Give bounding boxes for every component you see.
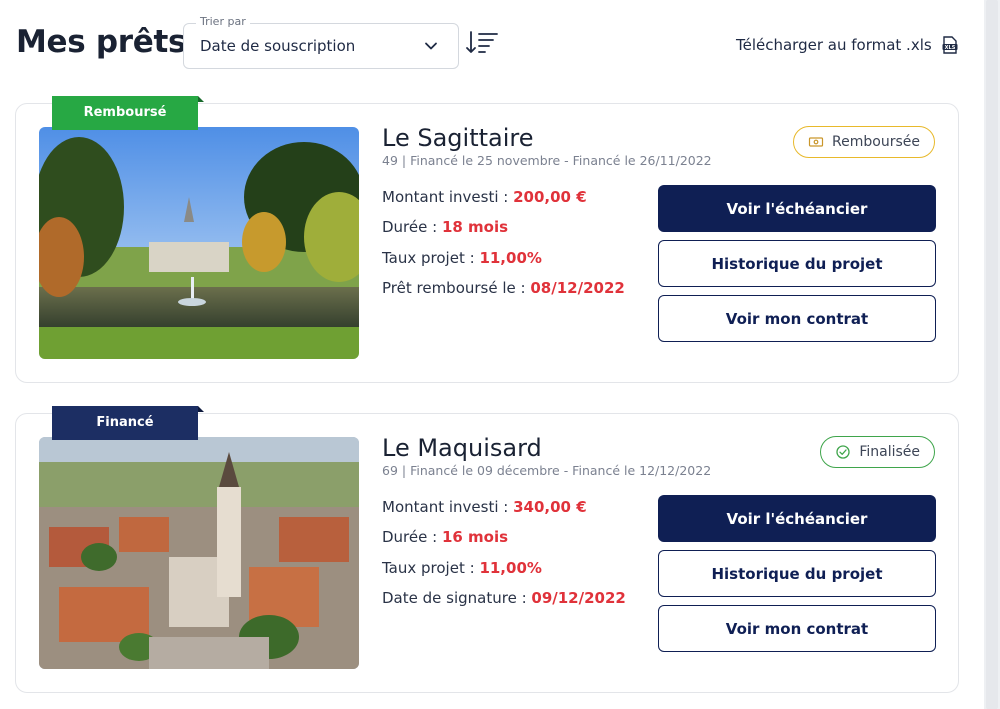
detail-amount: Montant investi : 340,00 €: [382, 498, 587, 516]
scrollbar-track[interactable]: [984, 0, 1000, 709]
detail-signature-date: Date de signature : 09/12/2022: [382, 589, 626, 607]
svg-text:XLS: XLS: [944, 45, 955, 51]
project-subtitle: 49 | Financé le 25 novembre - Financé le…: [382, 153, 712, 168]
sort-descending-icon[interactable]: [465, 30, 499, 56]
cash-icon: [808, 137, 824, 147]
chevron-down-icon: [425, 42, 437, 50]
project-photo: [39, 127, 359, 359]
check-circle-icon: [836, 445, 850, 459]
view-schedule-button[interactable]: Voir l'échéancier: [658, 185, 936, 232]
ribbon-label: Financé: [52, 406, 204, 440]
scrollbar-thumb[interactable]: [986, 0, 998, 709]
detail-rate: Taux projet : 11,00%: [382, 249, 542, 267]
loan-card: Financé Le Maquisard 69 | Financé le 09 …: [15, 406, 959, 693]
project-subtitle: 69 | Financé le 09 décembre - Financé le…: [382, 463, 712, 478]
sort-selected-value: Date de souscription: [200, 37, 356, 55]
xls-file-icon: XLS: [942, 36, 958, 54]
loan-card: Remboursé Le Sagittaire 49 | Financé le …: [15, 96, 959, 383]
detail-duration: Durée : 16 mois: [382, 528, 509, 546]
status-label: Finalisée: [859, 444, 920, 460]
status-badge: Remboursée: [793, 126, 935, 158]
project-name: Le Maquisard: [382, 434, 542, 462]
ribbon-label: Remboursé: [52, 96, 204, 130]
detail-rate: Taux projet : 11,00%: [382, 559, 542, 577]
view-contract-button[interactable]: Voir mon contrat: [658, 295, 936, 342]
project-history-button[interactable]: Historique du projet: [658, 550, 936, 597]
status-label: Remboursée: [832, 134, 920, 150]
detail-amount: Montant investi : 200,00 €: [382, 188, 587, 206]
detail-repaid-date: Prêt remboursé le : 08/12/2022: [382, 279, 625, 297]
view-contract-button[interactable]: Voir mon contrat: [658, 605, 936, 652]
sort-select[interactable]: Trier par Date de souscription: [183, 15, 459, 69]
status-badge: Finalisée: [820, 436, 935, 468]
download-label: Télécharger au format .xls: [736, 36, 932, 54]
sort-label: Trier par: [196, 15, 250, 28]
project-name: Le Sagittaire: [382, 124, 534, 152]
project-history-button[interactable]: Historique du projet: [658, 240, 936, 287]
detail-duration: Durée : 18 mois: [382, 218, 509, 236]
page-title: Mes prêts: [16, 24, 187, 60]
view-schedule-button[interactable]: Voir l'échéancier: [658, 495, 936, 542]
project-photo: [39, 437, 359, 669]
download-xls-link[interactable]: Télécharger au format .xls XLS: [736, 36, 958, 54]
